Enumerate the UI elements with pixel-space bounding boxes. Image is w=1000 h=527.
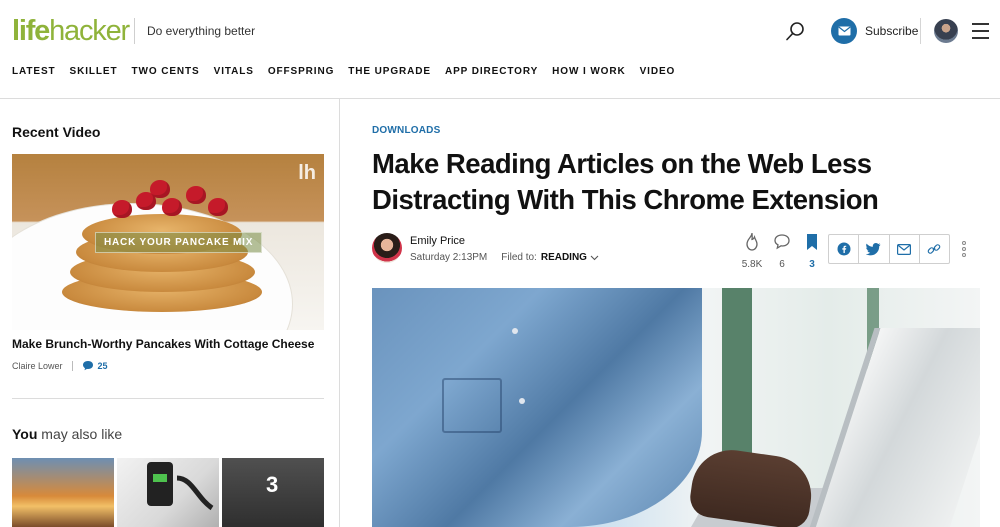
nav-item-how-i-work[interactable]: HOW I WORK (552, 66, 625, 77)
nav-item-the-upgrade[interactable]: THE UPGRADE (348, 66, 431, 77)
nav-item-two-cents[interactable]: TWO CENTS (132, 66, 200, 77)
share-email-button[interactable] (890, 235, 920, 263)
views-count: 5.8K (741, 259, 763, 270)
saves-count: 3 (809, 259, 815, 270)
recent-video-title[interactable]: Make Brunch-Worthy Pancakes With Cottage… (12, 337, 314, 351)
author-name-link[interactable]: Emily Price (410, 235, 465, 247)
shirt-button (512, 328, 518, 334)
nav-item-offspring[interactable]: OFFSPRING (268, 66, 334, 77)
strawberry-image (162, 198, 182, 216)
bookmark-icon (807, 234, 817, 250)
column-divider (339, 99, 340, 527)
nav-divider (0, 98, 1000, 99)
recent-video-meta: Claire Lower 25 (12, 360, 108, 371)
recent-video-heading: Recent Video (12, 124, 101, 140)
usb-cable-icon (147, 462, 214, 511)
nav-item-video[interactable]: VIDEO (640, 66, 676, 77)
share-link-button[interactable] (920, 235, 949, 263)
subscribe-button[interactable]: Subscribe (831, 18, 918, 44)
ymal-rest: may also like (37, 426, 123, 442)
article-headline: Make Reading Articles on the Web Less Di… (372, 148, 879, 215)
related-thumbnail[interactable] (117, 458, 219, 527)
hands-typing-image (687, 444, 817, 527)
views-stat[interactable]: 5.8K (737, 232, 767, 270)
logo-hacker-text: hacker (49, 15, 130, 47)
denim-shirt-image (372, 288, 702, 527)
related-thumbnails: 3 (12, 458, 324, 527)
shirt-pocket (442, 378, 502, 433)
comment-bubble-icon (774, 234, 790, 250)
you-may-also-like-heading: You may also like (12, 426, 122, 442)
comments-count: 6 (779, 259, 785, 270)
related-thumbnail[interactable]: 3 (222, 458, 324, 527)
top-bar: lifehacker Do everything better Subscrib… (0, 0, 1000, 62)
saves-stat[interactable]: 3 (797, 232, 827, 270)
share-twitter-button[interactable] (859, 235, 890, 263)
hamburger-menu-icon[interactable] (972, 23, 989, 39)
video-comments-link[interactable]: 25 (82, 360, 108, 371)
strawberry-image (208, 198, 228, 216)
search-icon (786, 22, 804, 41)
link-icon (928, 244, 941, 254)
strawberry-image (150, 180, 170, 198)
video-overlay-text: HACK YOUR PANCAKE MIX (95, 232, 263, 253)
nav-item-latest[interactable]: LATEST (12, 66, 56, 77)
ymal-bold: You (12, 426, 38, 442)
user-avatar[interactable] (934, 19, 958, 43)
nav-item-vitals[interactable]: VITALS (214, 66, 254, 77)
filed-to-tag-link[interactable]: READING (541, 252, 587, 263)
flame-icon (746, 232, 758, 251)
article-byline: Saturday 2:13PM Filed to: READING (410, 252, 599, 263)
author-avatar[interactable] (372, 233, 402, 263)
video-comment-count: 25 (97, 360, 108, 371)
twitter-icon (866, 242, 881, 255)
nav-item-skillet[interactable]: SKILLET (70, 66, 118, 77)
meta-separator (71, 360, 73, 371)
more-options-icon[interactable] (960, 241, 968, 261)
share-facebook-button[interactable] (829, 235, 860, 263)
strawberry-image (112, 200, 132, 218)
comment-bubble-icon (82, 361, 93, 371)
logo-life-text: life (12, 15, 50, 47)
video-brand-mark: lh (298, 162, 316, 184)
main-nav: LATEST SKILLET TWO CENTS VITALS OFFSPRIN… (12, 66, 689, 77)
nav-item-app-directory[interactable]: APP DIRECTORY (445, 66, 538, 77)
chevron-down-icon[interactable] (590, 255, 599, 261)
video-author[interactable]: Claire Lower (12, 361, 63, 371)
header-separator (920, 18, 921, 44)
sidebar-divider (12, 398, 324, 399)
share-toolbar (828, 234, 950, 264)
subscribe-label: Subscribe (865, 24, 919, 38)
logo-divider (134, 18, 135, 44)
article-hero-image (372, 288, 980, 527)
mail-icon (831, 18, 857, 44)
laptop-screen-image (809, 328, 980, 527)
email-icon (897, 243, 912, 255)
search-button[interactable] (784, 19, 808, 43)
lifehacker-logo[interactable]: lifehacker (12, 14, 130, 48)
shirt-button (519, 398, 525, 404)
thumbnail-number: 3 (266, 472, 279, 497)
filed-to-label: Filed to: (501, 252, 537, 263)
facebook-icon (837, 242, 851, 256)
site-tagline: Do everything better (147, 24, 256, 38)
article-category-link[interactable]: DOWNLOADS (372, 125, 440, 136)
related-thumbnail[interactable] (12, 458, 114, 527)
comments-stat[interactable]: 6 (767, 232, 797, 270)
recent-video-thumbnail[interactable]: HACK YOUR PANCAKE MIX lh (12, 154, 324, 330)
article-timestamp: Saturday 2:13PM (410, 252, 488, 263)
strawberry-image (186, 186, 206, 204)
